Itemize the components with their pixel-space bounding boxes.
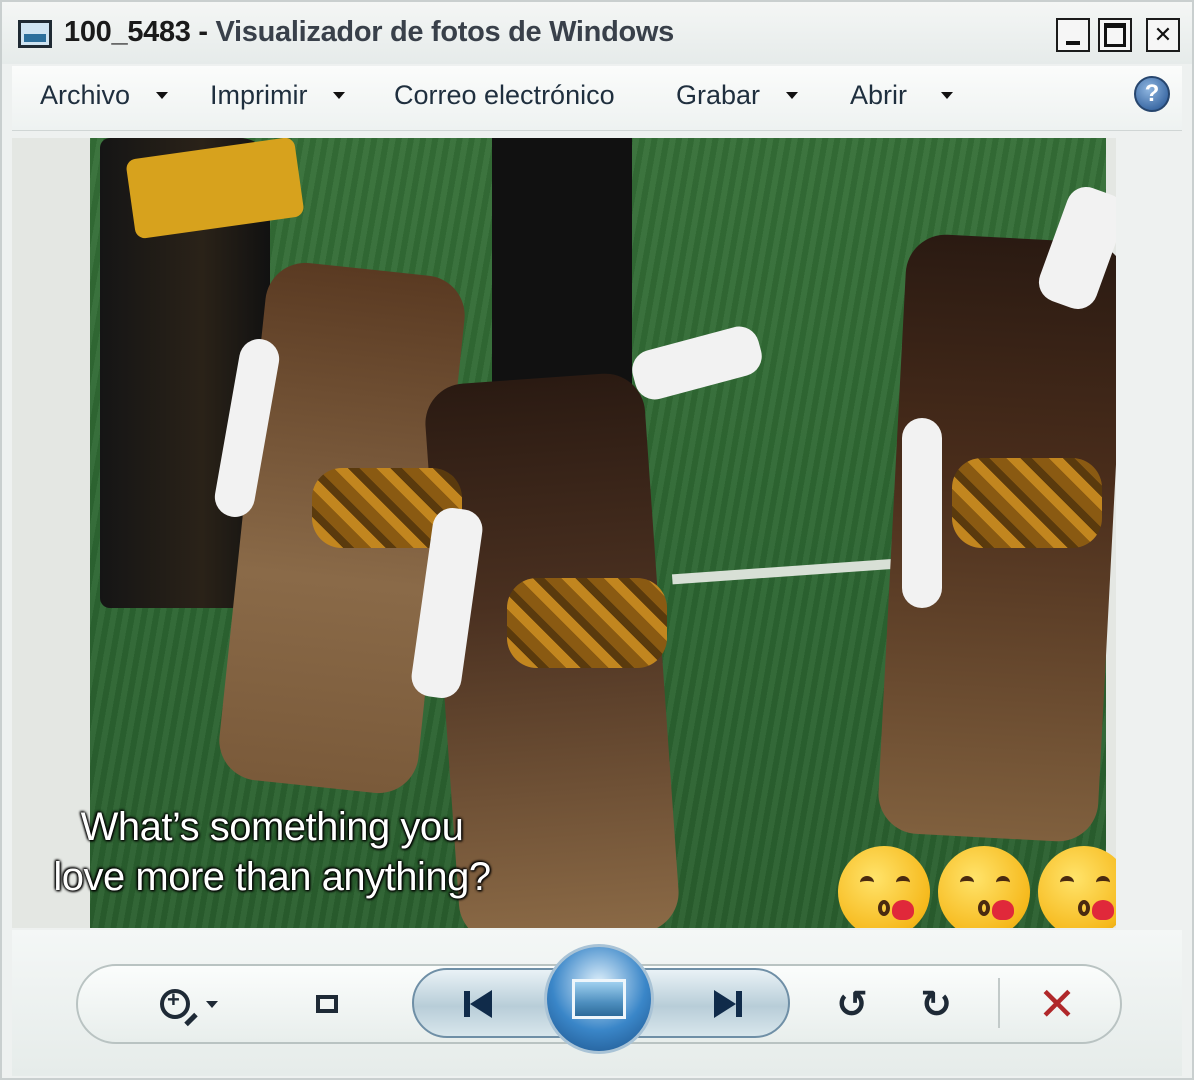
chevron-down-icon	[206, 1000, 218, 1008]
menu-grabar-label: Grabar	[676, 80, 761, 110]
chevron-down-icon	[941, 92, 954, 99]
title-app-name: Visualizador de fotos de Windows	[215, 16, 675, 48]
next-bar	[736, 991, 742, 1017]
rotate-right-button[interactable]: ↻	[916, 980, 956, 1028]
menu-correo-label: Correo electrónico	[394, 80, 615, 110]
menu-archivo[interactable]: Archivo	[40, 80, 169, 111]
slideshow-button[interactable]	[544, 944, 654, 1054]
photo-costume	[507, 578, 667, 668]
chevron-down-icon	[786, 92, 799, 99]
photo-display: What’s something you love more than anyt…	[12, 138, 1116, 928]
next-icon	[714, 990, 736, 1018]
help-icon[interactable]: ?	[1134, 76, 1170, 112]
kiss-emoji-icon	[938, 846, 1030, 928]
control-bar: ↺ ↻ ✕	[12, 930, 1182, 1076]
emoji-row	[838, 846, 1116, 928]
previous-button[interactable]	[448, 986, 508, 1022]
menu-imprimir-label: Imprimir	[210, 80, 308, 110]
actual-size-button[interactable]	[302, 980, 352, 1028]
photo-viewer-window: 100_5483 - Visualizador de fotos de Wind…	[0, 0, 1194, 1080]
slideshow-icon	[572, 979, 626, 1019]
chevron-down-icon	[156, 92, 169, 99]
maximize-button[interactable]	[1098, 18, 1132, 52]
control-separator	[998, 978, 1000, 1028]
rotate-left-button[interactable]: ↺	[832, 980, 872, 1028]
menu-archivo-label: Archivo	[40, 80, 131, 110]
title-separator: -	[190, 16, 216, 48]
previous-arrow	[470, 990, 492, 1018]
window-title: 100_5483 - Visualizador de fotos de Wind…	[64, 16, 674, 49]
photo-viewer-app-icon	[18, 20, 52, 48]
minimize-button[interactable]	[1056, 18, 1090, 52]
next-button[interactable]	[698, 986, 758, 1022]
zoom-handle	[184, 1012, 198, 1026]
caption-line-2: love more than anything?	[53, 855, 491, 899]
title-bar: 100_5483 - Visualizador de fotos de Wind…	[2, 2, 1192, 64]
chevron-down-icon	[333, 92, 346, 99]
photo-costume	[952, 458, 1102, 548]
kiss-emoji-icon	[1038, 846, 1116, 928]
zoom-button[interactable]	[154, 980, 224, 1028]
kiss-emoji-icon	[838, 846, 930, 928]
menu-correo-electronico[interactable]: Correo electrónico	[394, 80, 615, 111]
title-file-name: 100_5483	[64, 16, 191, 48]
menu-bar: Archivo Imprimir Correo electrónico Grab…	[12, 66, 1182, 131]
menu-abrir[interactable]: Abrir	[850, 80, 954, 111]
delete-button[interactable]: ✕	[1032, 977, 1082, 1031]
caption-line-1: What’s something you	[80, 805, 464, 849]
menu-abrir-label: Abrir	[850, 80, 908, 110]
menu-imprimir[interactable]: Imprimir	[210, 80, 346, 111]
photo-caption: What’s something you love more than anyt…	[12, 802, 532, 902]
close-window-button[interactable]: ✕	[1146, 18, 1180, 52]
actual-size-icon	[316, 995, 338, 1013]
photo-glove	[902, 418, 942, 608]
menu-grabar[interactable]: Grabar	[676, 80, 799, 111]
zoom-icon	[160, 987, 190, 1019]
